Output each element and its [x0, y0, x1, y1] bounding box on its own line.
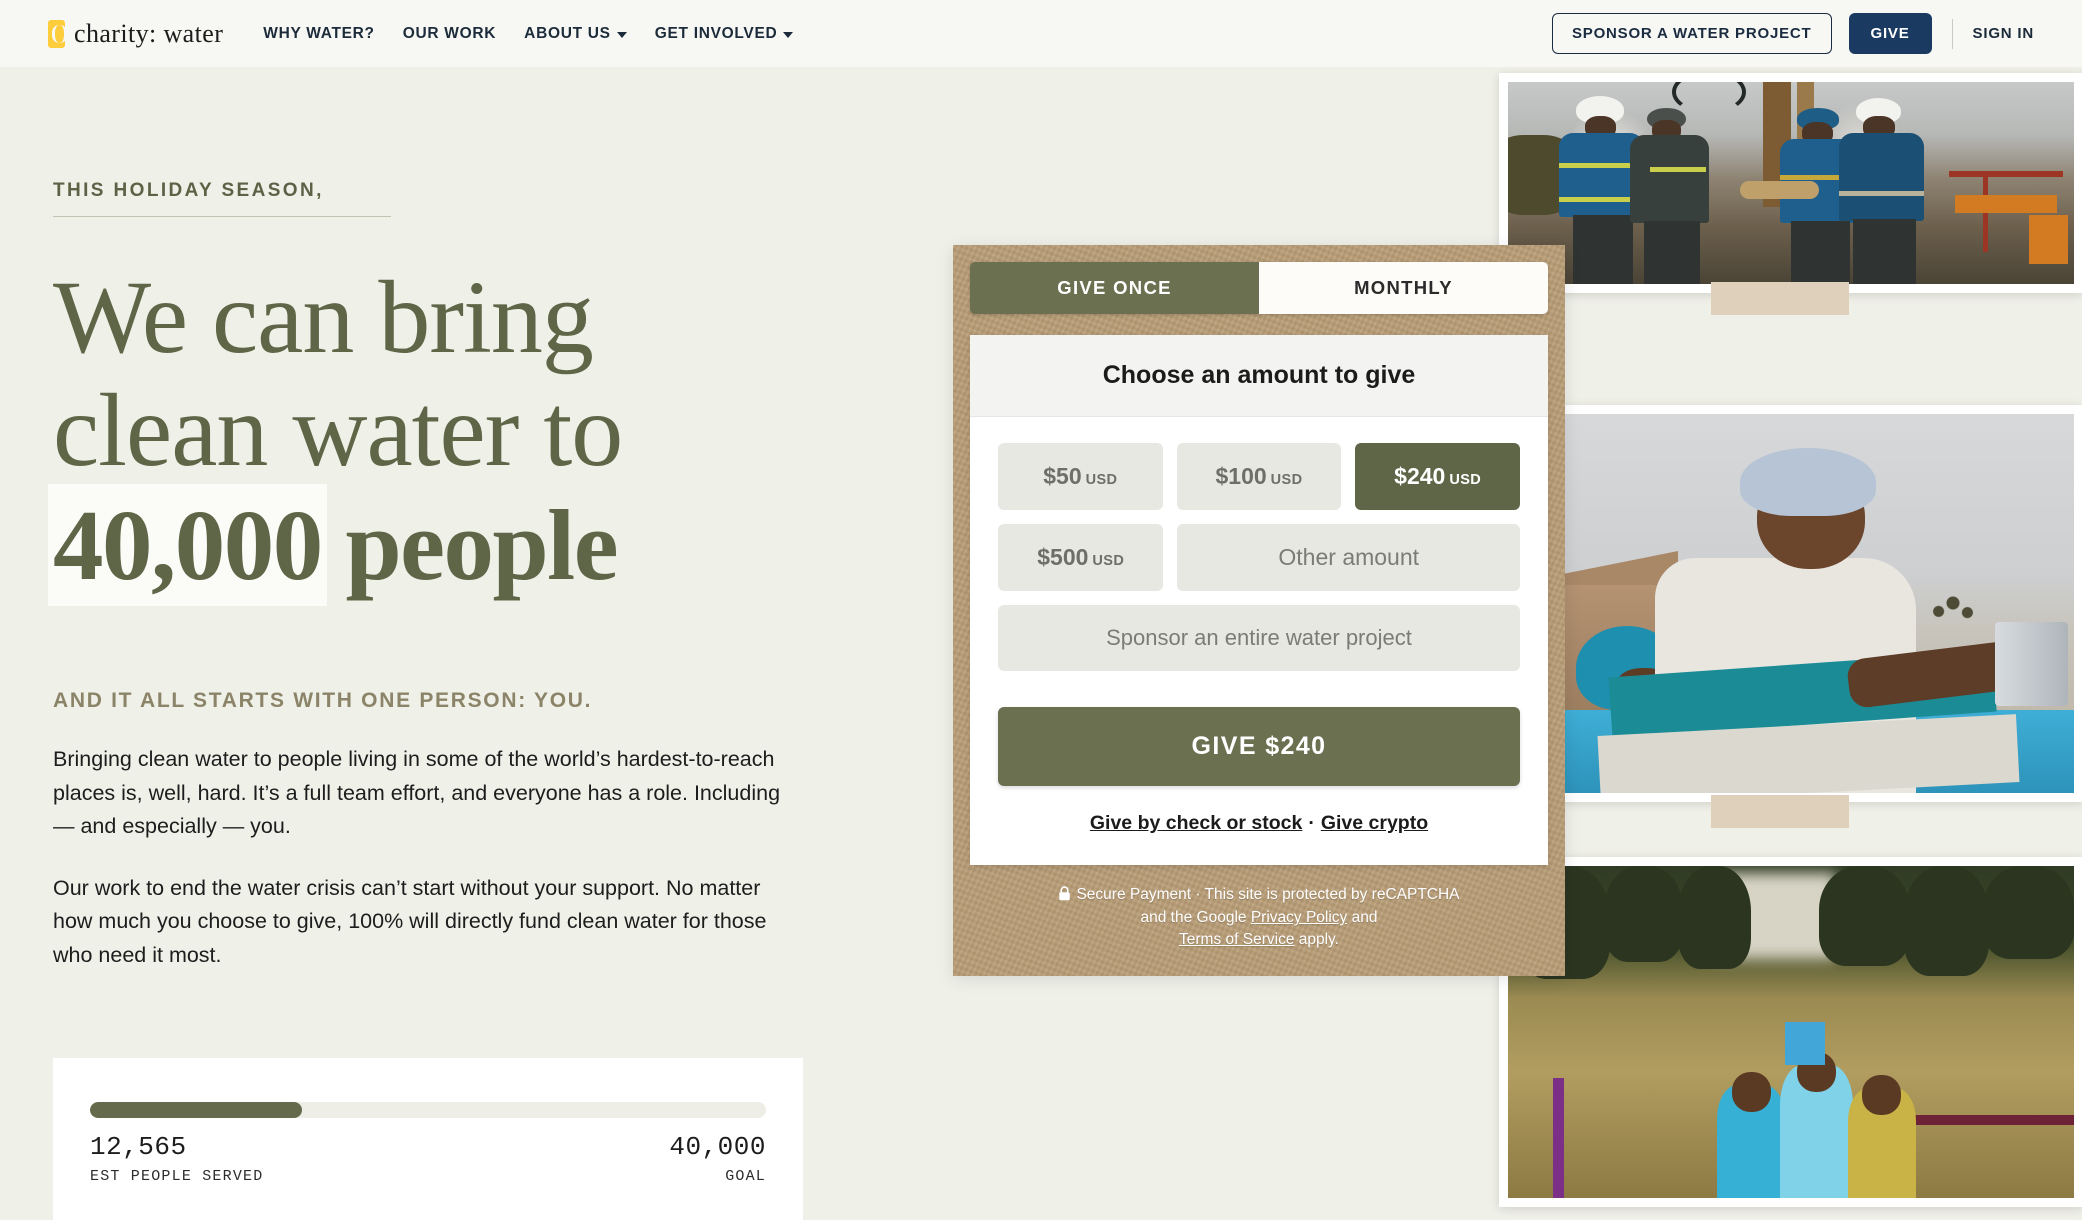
secure-text-line-3: and — [1347, 909, 1378, 927]
headline-line-1: We can bring — [53, 260, 594, 375]
nav-item-about-us[interactable]: ABOUT US — [524, 25, 627, 43]
amount-option-50[interactable]: $50 USD — [998, 443, 1163, 510]
tab-give-once[interactable]: GIVE ONCE — [970, 262, 1259, 314]
amount-option-240[interactable]: $240 USD — [1355, 443, 1521, 510]
chevron-down-icon — [783, 31, 794, 38]
nav-label: WHY WATER? — [263, 24, 375, 42]
headline-line-2: clean water to — [53, 373, 623, 489]
progress-goal-value: 40,000 — [669, 1132, 766, 1162]
progress-current-label: EST PEOPLE SERVED — [90, 1168, 264, 1185]
amount-currency: USD — [1092, 553, 1125, 569]
tape-strip-2 — [1710, 795, 1849, 828]
photo-card-women-at-water-point — [1499, 857, 2082, 1207]
sign-in-link[interactable]: SIGN IN — [1973, 25, 2034, 42]
hero-eyebrow: THIS HOLIDAY SEASON, — [53, 180, 391, 217]
brand-name: charity: water — [74, 18, 224, 48]
alternative-giving-links: Give by check or stock · Give crypto — [998, 812, 1520, 835]
photo-card-drill-crew — [1499, 73, 2082, 293]
amount-value: $50 — [1043, 463, 1082, 489]
alt-link-separator: · — [1308, 812, 1315, 834]
other-amount-button[interactable]: Other amount — [1177, 524, 1520, 591]
nav-label: ABOUT US — [524, 24, 611, 42]
headline-line-3: 40,000 people — [53, 488, 619, 601]
progress-bar-track — [90, 1102, 766, 1118]
amount-option-500[interactable]: $500 USD — [998, 524, 1164, 591]
amount-option-100[interactable]: $100 USD — [1176, 443, 1342, 510]
nav-label: GET INVOLVED — [654, 24, 778, 42]
hero-body-copy: Bringing clean water to people living in… — [53, 743, 803, 972]
give-button[interactable]: GIVE — [1848, 13, 1932, 54]
donation-panel-title: Choose an amount to give — [970, 335, 1548, 417]
hero-subheading: AND IT ALL STARTS WITH ONE PERSON: YOU. — [53, 689, 593, 713]
header-actions: SPONSOR A WATER PROJECT GIVE SIGN IN — [1551, 13, 2034, 54]
jerrycan-icon — [48, 19, 67, 48]
amount-currency: USD — [1449, 472, 1482, 488]
tab-monthly[interactable]: MONTHLY — [1259, 262, 1548, 314]
hero-paragraph-1: Bringing clean water to people living in… — [53, 747, 781, 839]
amount-value: $240 — [1394, 463, 1446, 489]
give-amount-cta-button[interactable]: GIVE $240 — [998, 707, 1520, 786]
amount-currency: USD — [1270, 472, 1303, 488]
page-title: We can bring clean water to 40,000 peopl… — [53, 261, 853, 601]
donation-frequency-tabs: GIVE ONCE MONTHLY — [970, 262, 1548, 314]
sponsor-water-project-button[interactable]: SPONSOR A WATER PROJECT — [1551, 13, 1832, 54]
amount-row-1: $50 USD $100 USD $240 USD — [998, 443, 1521, 510]
secure-text-line-1: Secure Payment · This site is protected … — [1076, 886, 1460, 903]
donation-panel-body: $50 USD $100 USD $240 USD $500 USD Other amo… — [970, 417, 1548, 865]
nav-item-why-water[interactable]: WHY WATER? — [263, 25, 374, 43]
brand-logo-link[interactable]: charity: water — [48, 19, 223, 49]
nav-item-get-involved[interactable]: GET INVOLVED — [655, 25, 794, 43]
photo-rail — [1489, 0, 2082, 1220]
progress-card: 12,565 EST PEOPLE SERVED 40,000 GOAL — [53, 1058, 803, 1220]
lock-icon — [1058, 886, 1071, 907]
tape-strip-1 — [1710, 282, 1849, 315]
progress-goal: 40,000 GOAL — [669, 1132, 766, 1185]
progress-current: 12,565 EST PEOPLE SERVED — [90, 1132, 263, 1185]
hero-content: THIS HOLIDAY SEASON, We can bring clean … — [53, 180, 853, 972]
main-navigation: WHY WATER? OUR WORK ABOUT US GET INVOLVE… — [263, 25, 794, 43]
hero-paragraph-2: Our work to end the water crisis can’t s… — [53, 875, 767, 967]
amount-row-2: $500 USD Other amount — [998, 524, 1520, 591]
photo-women-at-water-point — [1508, 866, 2074, 1198]
chevron-down-icon — [616, 31, 627, 38]
progress-current-value: 12,565 — [90, 1132, 187, 1162]
secure-payment-note: Secure Payment · This site is protected … — [970, 884, 1548, 950]
progress-bar-fill — [90, 1102, 303, 1118]
donation-widget: GIVE ONCE MONTHLY Choose an amount to gi… — [953, 245, 1565, 976]
nav-label: OUR WORK — [402, 24, 497, 42]
progress-goal-label: GOAL — [725, 1168, 766, 1185]
amount-value: $100 — [1215, 463, 1267, 489]
privacy-policy-link[interactable]: Privacy Policy — [1251, 909, 1347, 926]
give-crypto-link[interactable]: Give crypto — [1321, 812, 1428, 834]
give-by-check-or-stock-link[interactable]: Give by check or stock — [1090, 812, 1302, 834]
amount-currency: USD — [1085, 472, 1118, 488]
headline-number: 40,000 — [53, 488, 323, 601]
photo-drill-crew — [1508, 82, 2074, 284]
terms-of-service-link[interactable]: Terms of Service — [1179, 931, 1294, 948]
headline-number-suffix: people — [321, 488, 619, 601]
sponsor-entire-project-button[interactable]: Sponsor an entire water project — [998, 605, 1520, 671]
photo-woman-and-baby — [1508, 414, 2074, 793]
header-divider — [1951, 18, 1953, 49]
donation-panel: Choose an amount to give $50 USD $100 USD … — [970, 335, 1548, 865]
amount-row-3: Sponsor an entire water project — [998, 605, 1520, 671]
photo-card-woman-and-baby — [1499, 405, 2082, 802]
secure-text-line-2: and the Google — [1140, 909, 1251, 927]
amount-value: $500 — [1037, 544, 1089, 570]
site-header: charity: water WHY WATER? OUR WORK ABOUT… — [0, 0, 2082, 67]
nav-item-our-work[interactable]: OUR WORK — [403, 25, 496, 43]
secure-text-line-4: apply. — [1294, 930, 1339, 948]
progress-stats: 12,565 EST PEOPLE SERVED 40,000 GOAL — [90, 1132, 766, 1185]
